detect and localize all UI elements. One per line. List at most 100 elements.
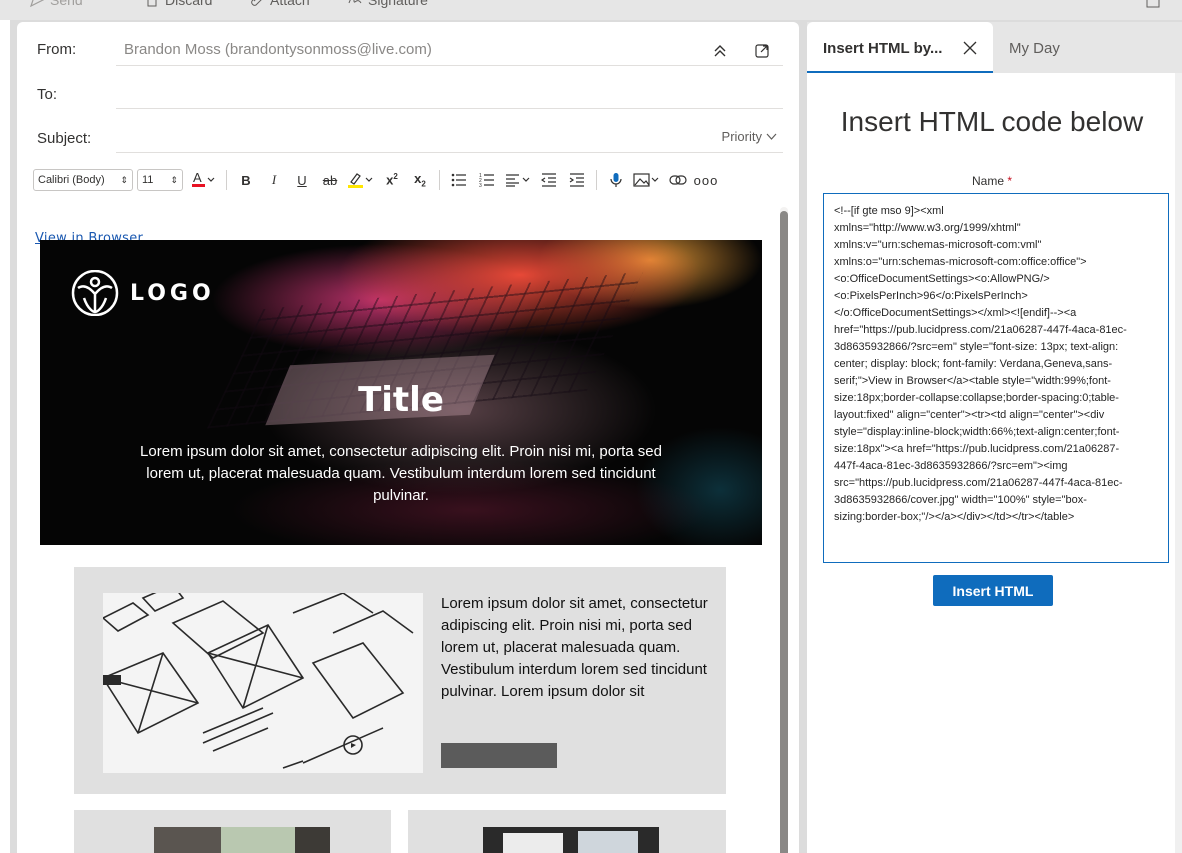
feature-card: Lorem ipsum dolor sit amet, consectetur … bbox=[74, 567, 726, 794]
bullets-button[interactable] bbox=[445, 168, 473, 192]
from-label: From: bbox=[37, 41, 77, 58]
svg-text:3: 3 bbox=[479, 183, 482, 187]
numbered-list-icon: 123 bbox=[479, 173, 494, 187]
subscript-icon: x2 bbox=[414, 171, 426, 189]
hero-banner: LOGO Title Lorem ipsum dolor sit amet, c… bbox=[40, 240, 762, 545]
close-tab-button[interactable] bbox=[961, 39, 979, 57]
ellipsis-icon: ooo bbox=[693, 172, 719, 188]
align-button[interactable] bbox=[501, 168, 535, 192]
font-size-value: 11 bbox=[142, 174, 154, 186]
popout-button[interactable] bbox=[752, 40, 772, 60]
send-button[interactable]: Send bbox=[30, 0, 83, 8]
link-icon bbox=[669, 175, 687, 185]
highlighter-icon bbox=[348, 173, 373, 188]
outdent-icon bbox=[541, 173, 556, 187]
from-value[interactable]: Brandon Moss (brandontysonmoss@live.com) bbox=[124, 41, 432, 58]
subscript-button[interactable]: x2 bbox=[406, 168, 434, 192]
chevron-down-icon bbox=[766, 133, 777, 140]
logo-icon bbox=[71, 270, 119, 316]
priority-label: Priority bbox=[721, 129, 762, 144]
attach-button[interactable]: Attach bbox=[250, 0, 310, 8]
superscript-button[interactable]: x2 bbox=[378, 168, 406, 192]
superscript-icon: x2 bbox=[386, 172, 398, 188]
email-body[interactable]: View in Browser LOGO Title Lorem ipsum d… bbox=[17, 207, 799, 853]
font-size-select[interactable]: 11 ⇕ bbox=[137, 169, 183, 191]
trash-icon bbox=[147, 0, 157, 7]
indent-icon bbox=[569, 173, 584, 187]
underline-button[interactable]: U bbox=[288, 168, 316, 192]
hero-text: Lorem ipsum dolor sit amet, consectetur … bbox=[140, 443, 662, 504]
bold-icon: B bbox=[241, 172, 251, 188]
hero-title: Title bbox=[358, 380, 444, 420]
formatting-toolbar: Calibri (Body) ⇕ 11 ⇕ A B I U ab x2 x2 1… bbox=[33, 168, 793, 192]
attach-label: Attach bbox=[270, 0, 310, 8]
signature-icon bbox=[348, 0, 362, 4]
font-color-icon: A bbox=[192, 171, 215, 187]
toolbar-divider bbox=[596, 170, 597, 190]
send-icon bbox=[30, 0, 44, 7]
tab-insert-html[interactable]: Insert HTML by... bbox=[807, 22, 993, 73]
to-input[interactable] bbox=[116, 108, 783, 109]
html-code-textarea[interactable]: <!--[if gte mso 9]><xml xmlns="http://ww… bbox=[823, 193, 1169, 563]
svg-text:A: A bbox=[193, 171, 202, 185]
strikethrough-button[interactable]: ab bbox=[316, 168, 344, 192]
stepper-icon: ⇕ bbox=[120, 174, 128, 185]
italic-button[interactable]: I bbox=[260, 168, 288, 192]
discard-button[interactable]: Discard bbox=[145, 0, 212, 8]
toolbar-divider bbox=[226, 170, 227, 190]
pane-scrollbar[interactable] bbox=[1175, 73, 1182, 853]
numbering-button[interactable]: 123 bbox=[473, 168, 501, 192]
to-label: To: bbox=[37, 86, 58, 103]
increase-indent-button[interactable] bbox=[563, 168, 591, 192]
bold-button[interactable]: B bbox=[232, 168, 260, 192]
font-family-value: Calibri (Body) bbox=[38, 174, 105, 186]
feature-card-text: Lorem ipsum dolor sit amet, consectetur … bbox=[441, 595, 708, 700]
signature-label: Signature bbox=[368, 0, 428, 8]
insert-html-button[interactable]: Insert HTML bbox=[933, 575, 1053, 606]
window-icon[interactable] bbox=[1146, 0, 1160, 8]
photo-card-right bbox=[408, 810, 726, 853]
decrease-indent-button[interactable] bbox=[535, 168, 563, 192]
font-family-select[interactable]: Calibri (Body) ⇕ bbox=[33, 169, 133, 191]
from-row: From: Brandon Moss (brandontysonmoss@liv… bbox=[17, 28, 799, 72]
image-icon bbox=[633, 173, 659, 187]
compose-scrollbar[interactable] bbox=[780, 207, 788, 853]
subject-label: Subject: bbox=[37, 130, 92, 147]
dictate-button[interactable] bbox=[602, 168, 630, 192]
insert-link-button[interactable] bbox=[664, 168, 692, 192]
priority-dropdown[interactable]: Priority bbox=[722, 129, 777, 144]
feature-card-button[interactable] bbox=[441, 743, 557, 768]
pane-title: Insert HTML code below bbox=[840, 106, 1144, 137]
left-panel-edge bbox=[0, 20, 10, 853]
compose-scroll-thumb[interactable] bbox=[780, 211, 788, 853]
room-photo bbox=[154, 827, 330, 853]
font-color-button[interactable]: A bbox=[187, 168, 221, 192]
side-pane-tabs: Insert HTML by... My Day bbox=[807, 22, 1182, 73]
devices-photo bbox=[483, 827, 659, 853]
top-toolbar: Send Discard Attach Signature bbox=[0, 0, 1182, 20]
underline-icon: U bbox=[297, 172, 307, 188]
tab-my-day[interactable]: My Day bbox=[1009, 40, 1060, 57]
send-label: Send bbox=[50, 0, 83, 8]
stepper-icon: ⇕ bbox=[170, 174, 178, 185]
logo-text: LOGO bbox=[130, 280, 215, 306]
subject-row[interactable]: Subject: bbox=[17, 116, 799, 160]
double-chevron-up-icon bbox=[714, 45, 726, 57]
bullet-list-icon bbox=[451, 173, 466, 187]
insert-picture-button[interactable] bbox=[630, 168, 664, 192]
wireframe-sketch-image bbox=[103, 593, 423, 773]
subject-input[interactable] bbox=[116, 152, 783, 153]
paperclip-icon bbox=[251, 0, 262, 6]
highlight-button[interactable] bbox=[344, 168, 378, 192]
photo-card-left bbox=[74, 810, 391, 853]
to-row[interactable]: To: bbox=[17, 72, 799, 116]
compose-panel: From: Brandon Moss (brandontysonmoss@liv… bbox=[17, 22, 799, 853]
logo: LOGO bbox=[70, 270, 215, 316]
signature-button[interactable]: Signature bbox=[348, 0, 428, 8]
collapse-header-button[interactable] bbox=[710, 40, 730, 60]
popout-icon bbox=[754, 43, 769, 58]
more-options-button[interactable]: ooo bbox=[692, 168, 720, 192]
tab-insert-html-label: Insert HTML by... bbox=[823, 40, 943, 57]
strikethrough-icon: ab bbox=[322, 172, 338, 188]
close-icon bbox=[963, 41, 977, 55]
